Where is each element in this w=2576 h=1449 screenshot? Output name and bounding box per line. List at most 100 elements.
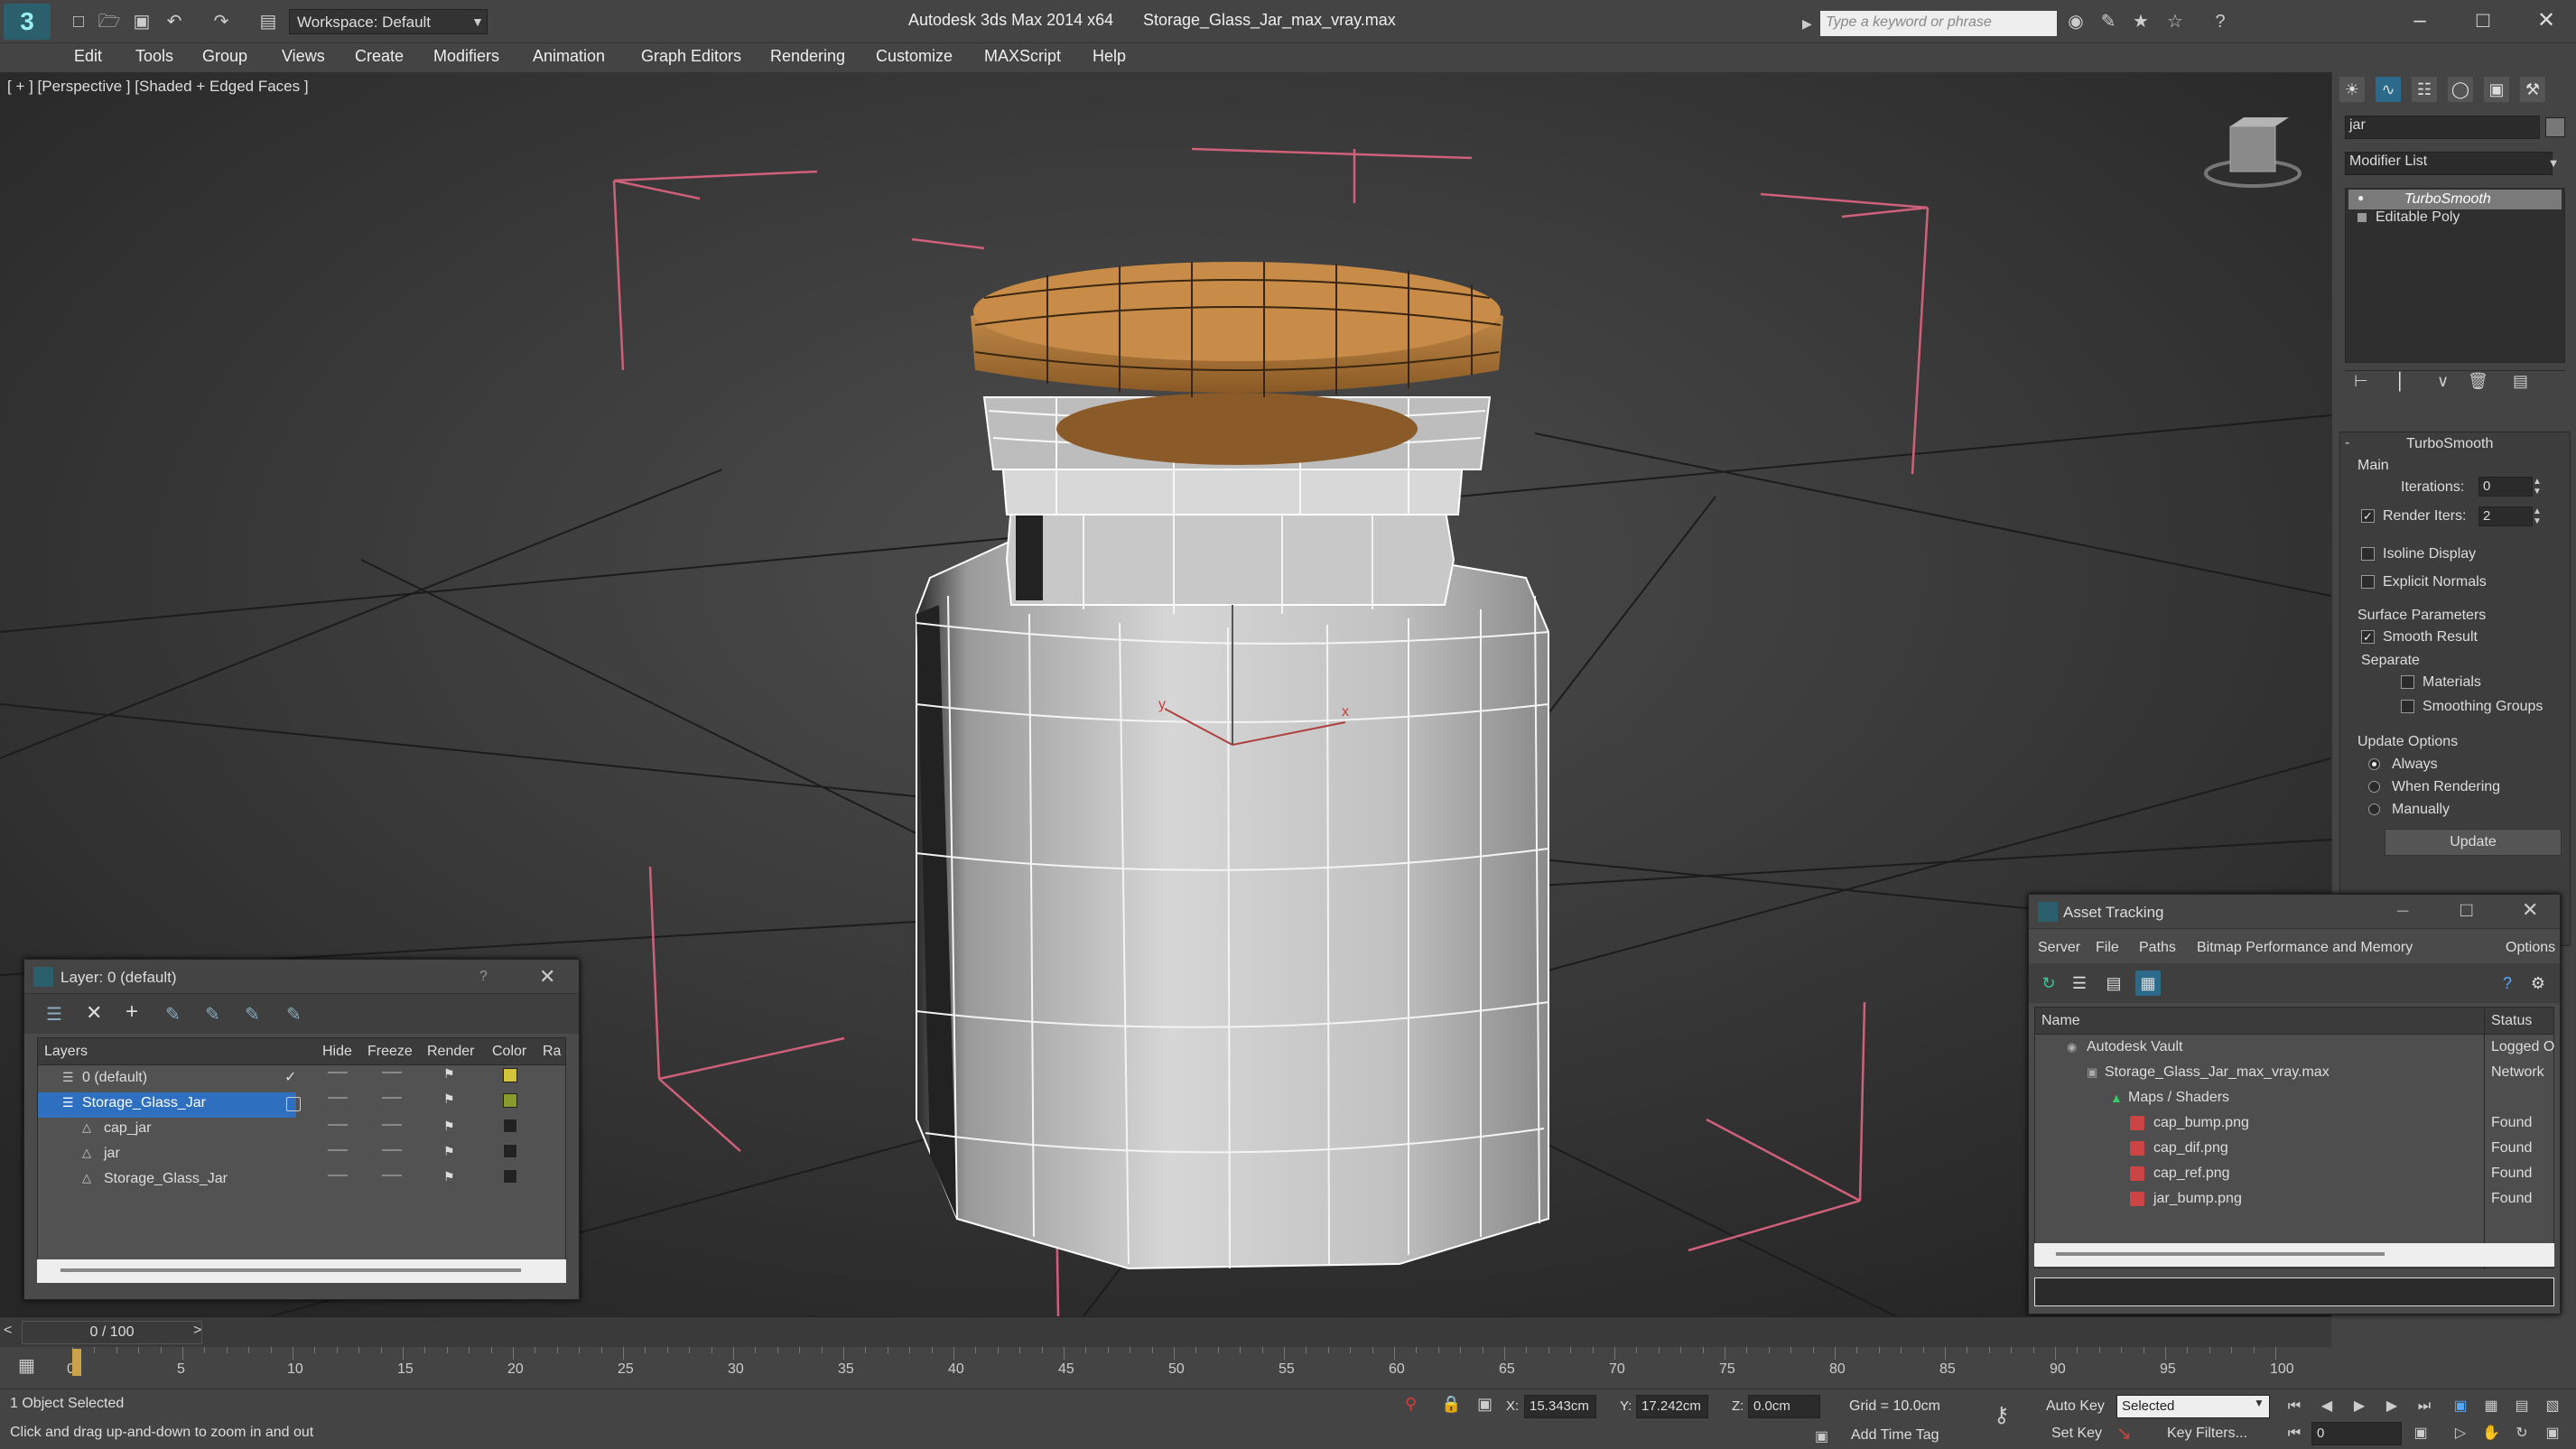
render-iters-checkbox[interactable]: ✓ xyxy=(2361,509,2375,523)
orbit-icon[interactable]: ↻ xyxy=(2508,1422,2535,1445)
spinner-arrows-icon[interactable]: ▲ ▼ xyxy=(2533,477,2542,497)
open-file-icon[interactable]: 🗁 xyxy=(98,11,121,33)
z-coordinate-field[interactable]: 0.0cm xyxy=(1748,1395,1820,1418)
col-name[interactable]: Name xyxy=(2041,1013,2080,1029)
asset-menu-file[interactable]: File xyxy=(2096,940,2119,956)
redo-icon[interactable]: ↷ xyxy=(209,11,233,33)
table-view-icon[interactable]: ▦ xyxy=(2135,971,2161,996)
highlight-layers-icon[interactable]: ✎ xyxy=(205,1003,220,1026)
scrollbar-thumb[interactable] xyxy=(60,1268,521,1272)
close-icon[interactable]: ✕ xyxy=(2528,7,2564,34)
expand-icon[interactable] xyxy=(2357,213,2367,222)
iterations-spinner[interactable]: 0 xyxy=(2478,477,2533,497)
add-time-tag[interactable]: Add Time Tag xyxy=(1851,1427,1939,1444)
go-to-start-icon[interactable]: ⏮ xyxy=(2281,1395,2308,1418)
modifier-list-dropdown[interactable]: Modifier List xyxy=(2345,152,2553,175)
current-frame-marker[interactable] xyxy=(72,1349,81,1376)
x-coordinate-field[interactable]: 15.343cm xyxy=(1524,1395,1596,1418)
menu-maxscript[interactable]: MAXScript xyxy=(984,47,1061,66)
chevron-down-icon[interactable]: ▼ xyxy=(468,9,488,34)
isolate-selection-icon[interactable]: ⚲ xyxy=(1405,1395,1417,1414)
field-of-view-icon[interactable]: ▷ xyxy=(2447,1422,2474,1445)
asset-menu-paths[interactable]: Paths xyxy=(2139,940,2176,956)
maximize-viewport-icon[interactable]: ▣ xyxy=(2539,1422,2566,1445)
layer-color-swatch[interactable] xyxy=(503,1093,517,1108)
mini-curve-editor-icon[interactable]: ▦ xyxy=(18,1354,35,1377)
asset-name[interactable]: cap_bump.png xyxy=(2153,1115,2249,1131)
set-active-layer-icon[interactable] xyxy=(286,1097,301,1111)
active-layer-check-icon[interactable]: ✓ xyxy=(284,1068,296,1086)
bulb-icon[interactable]: ● xyxy=(2357,191,2364,204)
auto-key-button[interactable]: Auto Key xyxy=(2046,1398,2105,1415)
asset-name[interactable]: cap_dif.png xyxy=(2153,1140,2228,1156)
menu-graph-editors[interactable]: Graph Editors xyxy=(641,47,741,66)
smooth-result-checkbox[interactable]: ✓ xyxy=(2361,630,2375,644)
hide-toggle[interactable] xyxy=(328,1149,348,1151)
maximize-icon[interactable]: □ xyxy=(2460,898,2472,922)
layer-color-swatch[interactable] xyxy=(503,1068,517,1082)
set-key-icon[interactable]: ↘ xyxy=(2116,1422,2132,1444)
materials-checkbox[interactable] xyxy=(2401,675,2414,689)
tree-view-icon[interactable]: ▤ xyxy=(2101,971,2126,996)
key-filters-button[interactable]: Key Filters... xyxy=(2167,1426,2247,1442)
key-set-selected-dropdown[interactable]: Selected xyxy=(2116,1395,2270,1418)
time-slider[interactable]: < 0 / 100 > xyxy=(0,1316,2331,1347)
manually-radio[interactable] xyxy=(2368,803,2380,815)
layer-color-swatch[interactable] xyxy=(503,1119,517,1133)
asset-name[interactable]: Maps / Shaders xyxy=(2128,1090,2229,1106)
asset-name[interactable]: cap_ref.png xyxy=(2153,1166,2230,1182)
display-tab-icon[interactable]: ▣ xyxy=(2484,77,2509,102)
key-icon[interactable]: ⚷ xyxy=(1994,1402,2010,1428)
isoline-display-checkbox[interactable] xyxy=(2361,547,2375,561)
rollout-title[interactable]: TurboSmooth xyxy=(2406,436,2493,452)
asset-name[interactable]: Autodesk Vault xyxy=(2087,1039,2182,1055)
menu-create[interactable]: Create xyxy=(355,47,404,66)
pin-icon[interactable]: ⚙ xyxy=(2525,971,2551,996)
hide-unhide-icon[interactable]: ✎ xyxy=(245,1003,260,1026)
help-icon[interactable]: ? xyxy=(2495,971,2520,996)
app-logo-icon[interactable]: 3 xyxy=(4,4,51,40)
help-icon[interactable]: ? xyxy=(479,969,488,985)
rollout-collapse-icon[interactable]: - xyxy=(2345,435,2349,451)
create-layer-icon[interactable]: ☰ xyxy=(46,1003,62,1026)
spinner-arrows-icon[interactable]: ▲ ▼ xyxy=(2533,506,2542,526)
menu-help[interactable]: Help xyxy=(1093,47,1126,66)
asset-menu-bitmap-performance[interactable]: Bitmap Performance and Memory xyxy=(2197,940,2413,956)
time-slider-thumb[interactable]: 0 / 100 xyxy=(22,1321,202,1344)
absolute-mode-icon[interactable]: ▣ xyxy=(1477,1395,1493,1414)
layer-color-swatch[interactable] xyxy=(503,1144,517,1158)
object-name[interactable]: Storage_Glass_Jar xyxy=(104,1171,228,1187)
list-view-icon[interactable]: ☰ xyxy=(2067,971,2092,996)
object-name[interactable]: jar xyxy=(104,1146,120,1162)
col-freeze[interactable]: Freeze xyxy=(367,1044,413,1060)
smoothing-groups-checkbox[interactable] xyxy=(2401,700,2414,713)
refresh-icon[interactable]: ↻ xyxy=(2036,971,2061,996)
object-name[interactable]: cap_jar xyxy=(104,1120,151,1137)
play-icon[interactable]: ▶ xyxy=(2346,1395,2373,1418)
always-radio[interactable] xyxy=(2368,758,2380,770)
col-render[interactable]: Render xyxy=(427,1044,474,1060)
time-configuration-icon[interactable]: ▣ xyxy=(2407,1422,2434,1445)
current-frame-field[interactable]: 0 xyxy=(2311,1422,2402,1445)
render-teapot-icon[interactable]: ⚑ xyxy=(443,1144,455,1159)
object-name-field[interactable]: jar xyxy=(2345,116,2540,139)
configure-sets-icon[interactable]: ▤ xyxy=(2513,372,2528,391)
chevron-down-icon[interactable]: ▼ xyxy=(2254,1397,2264,1409)
chevron-right-icon[interactable]: > xyxy=(193,1323,201,1339)
render-teapot-icon[interactable]: ⚑ xyxy=(443,1119,455,1134)
new-file-icon[interactable]: □ xyxy=(67,11,90,33)
save-icon[interactable]: ▣ xyxy=(130,11,153,33)
hide-toggle[interactable] xyxy=(328,1124,348,1126)
object-color-swatch[interactable] xyxy=(2545,117,2565,137)
menu-rendering[interactable]: Rendering xyxy=(770,47,845,66)
asset-menu-options[interactable]: Options xyxy=(2506,940,2555,956)
menu-customize[interactable]: Customize xyxy=(876,47,953,66)
asset-name[interactable]: jar_bump.png xyxy=(2153,1191,2242,1207)
col-color[interactable]: Color xyxy=(492,1044,526,1060)
remove-modifier-icon[interactable]: 🗑 xyxy=(2468,372,2488,391)
asset-menu-server[interactable]: Server xyxy=(2038,940,2080,956)
previous-frame-icon[interactable]: ◀ xyxy=(2313,1395,2340,1418)
close-icon[interactable]: ✕ xyxy=(2522,898,2538,922)
project-folder-icon[interactable]: ▤ xyxy=(256,11,280,33)
layer-color-swatch[interactable] xyxy=(503,1169,517,1184)
